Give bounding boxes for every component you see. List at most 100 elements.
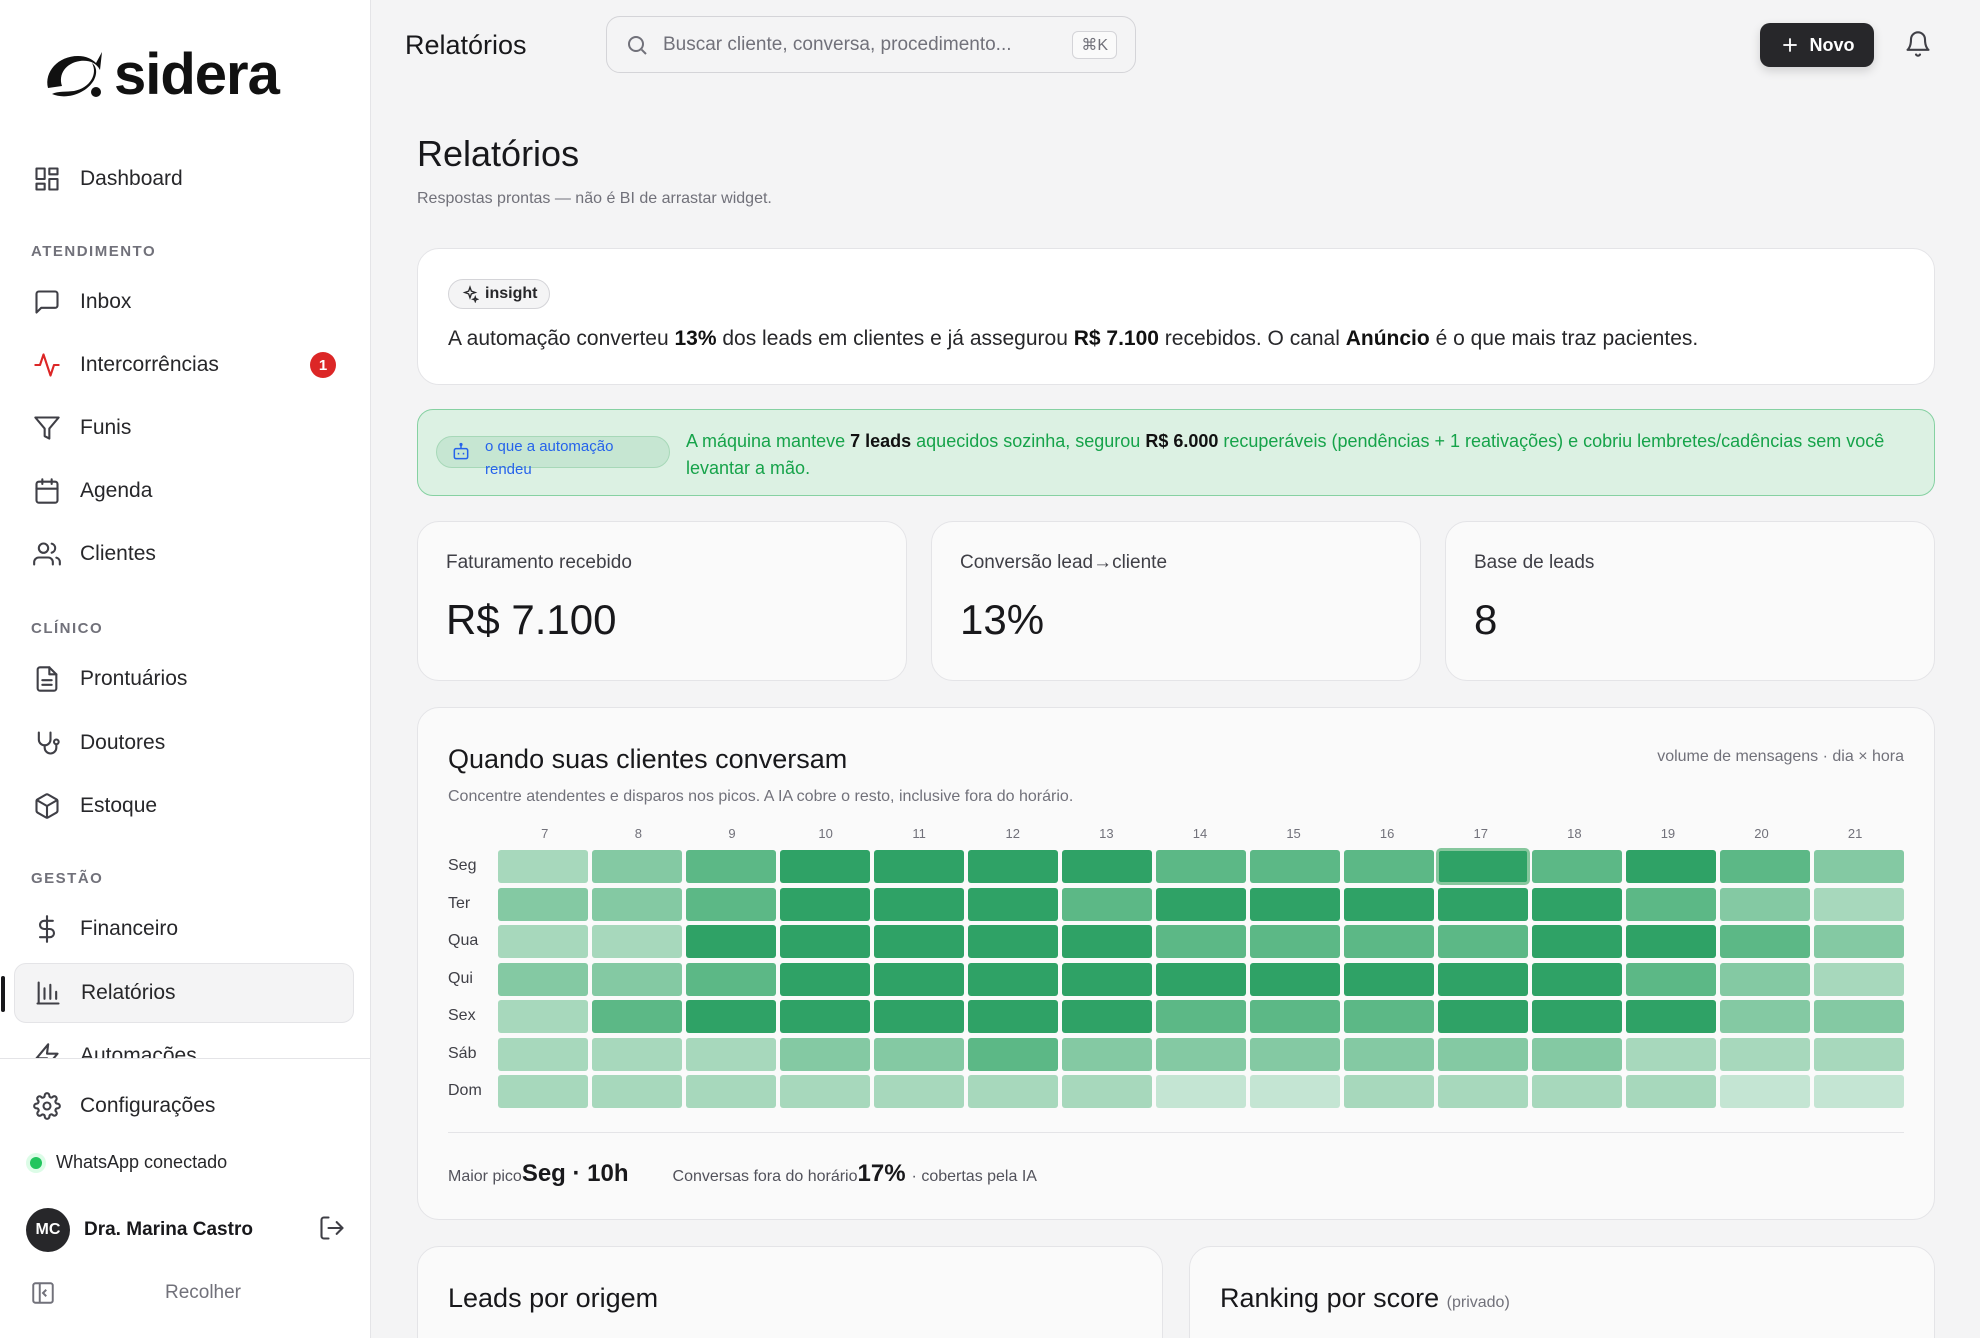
heatmap-cell[interactable] bbox=[1719, 1037, 1810, 1071]
sidebar-item-automacoes[interactable]: Automações bbox=[14, 1028, 354, 1058]
sidebar-item-intercorrencias[interactable]: Intercorrências 1 bbox=[14, 335, 354, 395]
heatmap-cell[interactable] bbox=[498, 1000, 589, 1033]
heatmap-cell[interactable] bbox=[591, 962, 683, 996]
heatmap-cell[interactable] bbox=[1625, 925, 1716, 958]
heatmap-cell[interactable] bbox=[1343, 1000, 1435, 1033]
heatmap-cell[interactable] bbox=[1719, 850, 1810, 883]
heatmap-cell[interactable] bbox=[1625, 887, 1716, 921]
heatmap-cell[interactable] bbox=[1437, 925, 1529, 958]
heatmap-cell[interactable] bbox=[779, 1037, 871, 1071]
heatmap-cell[interactable] bbox=[685, 850, 777, 883]
heatmap-cell[interactable] bbox=[685, 962, 777, 996]
heatmap-cell[interactable] bbox=[591, 887, 683, 921]
heatmap-cell[interactable] bbox=[779, 887, 871, 921]
heatmap-cell[interactable] bbox=[967, 1037, 1059, 1071]
collapse-sidebar-button[interactable]: Recolher bbox=[30, 1280, 350, 1306]
sidebar-item-funis[interactable]: Funis bbox=[14, 398, 354, 458]
heatmap-cell[interactable] bbox=[1625, 1075, 1716, 1108]
heatmap-cell[interactable] bbox=[1061, 925, 1153, 958]
heatmap-cell[interactable] bbox=[779, 1000, 871, 1033]
sidebar-item-financeiro[interactable]: Financeiro bbox=[14, 899, 354, 959]
heatmap-cell[interactable] bbox=[1625, 1037, 1716, 1071]
heatmap-cell[interactable] bbox=[1531, 1000, 1623, 1033]
heatmap-cell[interactable] bbox=[1061, 850, 1153, 883]
heatmap-cell[interactable] bbox=[1437, 1037, 1529, 1071]
sidebar-item-dashboard[interactable]: Dashboard bbox=[14, 149, 354, 209]
heatmap-cell[interactable] bbox=[498, 1075, 589, 1108]
heatmap-cell[interactable] bbox=[873, 1037, 965, 1071]
heatmap-cell[interactable] bbox=[967, 887, 1059, 921]
heatmap-cell[interactable] bbox=[967, 925, 1059, 958]
heatmap-cell[interactable] bbox=[1813, 1037, 1904, 1071]
heatmap-cell[interactable] bbox=[1155, 925, 1247, 958]
heatmap-cell[interactable] bbox=[1531, 850, 1623, 883]
heatmap-cell[interactable] bbox=[1249, 850, 1341, 883]
heatmap-cell[interactable] bbox=[779, 850, 871, 883]
heatmap-cell[interactable] bbox=[967, 850, 1059, 883]
heatmap-cell[interactable] bbox=[591, 925, 683, 958]
heatmap-cell[interactable] bbox=[873, 1075, 965, 1108]
heatmap-cell[interactable] bbox=[591, 1037, 683, 1071]
heatmap-cell[interactable] bbox=[685, 887, 777, 921]
heatmap-cell[interactable] bbox=[873, 1000, 965, 1033]
sidebar-item-estoque[interactable]: Estoque bbox=[14, 776, 354, 836]
heatmap-cell[interactable] bbox=[873, 925, 965, 958]
heatmap-cell[interactable] bbox=[498, 850, 589, 883]
heatmap-cell[interactable] bbox=[1813, 1000, 1904, 1033]
heatmap-cell[interactable] bbox=[685, 1000, 777, 1033]
heatmap-cell[interactable] bbox=[1531, 962, 1623, 996]
heatmap-cell[interactable] bbox=[1437, 1000, 1529, 1033]
heatmap-cell[interactable] bbox=[1249, 1075, 1341, 1108]
heatmap-cell[interactable] bbox=[1061, 962, 1153, 996]
heatmap-cell[interactable] bbox=[1155, 850, 1247, 883]
heatmap-cell[interactable] bbox=[1813, 1075, 1904, 1108]
heatmap-cell[interactable] bbox=[1719, 1000, 1810, 1033]
heatmap-cell[interactable] bbox=[1343, 1075, 1435, 1108]
heatmap-cell[interactable] bbox=[1531, 1037, 1623, 1071]
sidebar-item-clientes[interactable]: Clientes bbox=[14, 524, 354, 584]
heatmap-cell[interactable] bbox=[1437, 962, 1529, 996]
heatmap-cell[interactable] bbox=[591, 1075, 683, 1108]
user-profile[interactable]: MC Dra. Marina Castro bbox=[26, 1206, 346, 1254]
brand-logo[interactable]: sidera bbox=[40, 44, 280, 106]
heatmap-cell[interactable] bbox=[1531, 1075, 1623, 1108]
logout-icon[interactable] bbox=[318, 1214, 346, 1247]
heatmap-cell[interactable] bbox=[1061, 887, 1153, 921]
heatmap-cell[interactable] bbox=[1249, 1037, 1341, 1071]
heatmap-cell[interactable] bbox=[1155, 962, 1247, 996]
heatmap-cell[interactable] bbox=[1061, 1075, 1153, 1108]
heatmap-cell[interactable] bbox=[1437, 887, 1529, 921]
heatmap-cell[interactable] bbox=[1719, 1075, 1810, 1108]
sidebar-item-prontuarios[interactable]: Prontuários bbox=[14, 649, 354, 709]
heatmap-cell[interactable] bbox=[1249, 925, 1341, 958]
heatmap-cell[interactable] bbox=[1531, 887, 1623, 921]
heatmap-cell[interactable] bbox=[498, 1037, 589, 1071]
heatmap-cell[interactable] bbox=[1155, 1037, 1247, 1071]
heatmap-cell[interactable] bbox=[967, 1000, 1059, 1033]
heatmap-cell[interactable] bbox=[591, 1000, 683, 1033]
heatmap-cell[interactable] bbox=[1155, 1075, 1247, 1108]
heatmap-cell[interactable] bbox=[685, 1037, 777, 1071]
new-button[interactable]: Novo bbox=[1760, 23, 1874, 67]
heatmap-cell[interactable] bbox=[1155, 887, 1247, 921]
heatmap-cell[interactable] bbox=[1625, 1000, 1716, 1033]
heatmap-cell[interactable] bbox=[873, 962, 965, 996]
sidebar-item-agenda[interactable]: Agenda bbox=[14, 461, 354, 521]
heatmap-cell[interactable] bbox=[1343, 850, 1435, 883]
heatmap-cell[interactable] bbox=[1343, 962, 1435, 996]
sidebar-item-relatorios[interactable]: Relatórios bbox=[1, 963, 354, 1023]
heatmap-cell[interactable] bbox=[1343, 887, 1435, 921]
heatmap-cell[interactable] bbox=[1813, 925, 1904, 958]
heatmap-cell[interactable] bbox=[1719, 962, 1810, 996]
heatmap-cell[interactable] bbox=[685, 925, 777, 958]
search-input[interactable]: Buscar cliente, conversa, procedimento..… bbox=[606, 16, 1136, 73]
heatmap-cell[interactable] bbox=[1625, 962, 1716, 996]
sidebar-item-inbox[interactable]: Inbox bbox=[14, 272, 354, 332]
heatmap-cell[interactable] bbox=[498, 962, 589, 996]
heatmap-cell[interactable] bbox=[873, 850, 965, 883]
heatmap-cell[interactable] bbox=[1813, 962, 1904, 996]
heatmap-cell[interactable] bbox=[1813, 887, 1904, 921]
heatmap-cell[interactable] bbox=[779, 1075, 871, 1108]
heatmap-cell[interactable] bbox=[1061, 1037, 1153, 1071]
heatmap-cell[interactable] bbox=[779, 925, 871, 958]
